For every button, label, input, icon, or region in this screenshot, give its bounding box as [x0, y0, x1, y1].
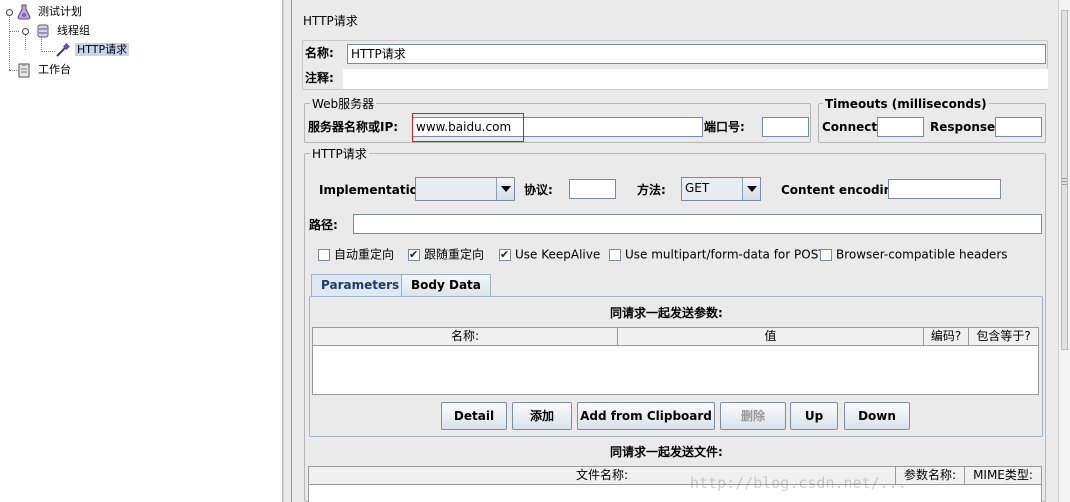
checkbox-box — [609, 248, 621, 261]
auto-redirect-checkbox[interactable]: 自动重定向 — [318, 246, 394, 262]
delete-button[interactable]: 删除 — [720, 402, 786, 430]
http-request-legend: HTTP请求 — [310, 147, 369, 161]
checkbox-box — [820, 248, 832, 261]
params-caption: 同请求一起发送参数: — [610, 306, 723, 320]
connect-field[interactable] — [877, 117, 924, 137]
tree-item-label: 测试计划 — [38, 5, 82, 18]
table-header-name[interactable]: 名称: — [313, 328, 618, 346]
response-field[interactable] — [995, 117, 1042, 137]
comment-field[interactable] — [343, 69, 1048, 89]
encoding-field[interactable] — [888, 179, 1001, 199]
up-button[interactable]: Up — [790, 402, 838, 430]
clipboard-icon — [16, 62, 32, 78]
params-table[interactable]: 名称: 值 编码? 包含等于? — [312, 327, 1039, 395]
tree-item-http-request[interactable]: HTTP请求 — [55, 41, 130, 59]
vertical-scrollbar[interactable] — [1058, 0, 1070, 502]
tree-connector — [9, 31, 19, 32]
path-field[interactable] — [353, 214, 1042, 234]
tree-item-label: HTTP请求 — [75, 43, 130, 56]
grip-icon — [1062, 178, 1067, 179]
path-label: 路径: — [309, 218, 338, 232]
grip-icon — [1062, 181, 1067, 182]
files-table[interactable]: 文件名称: 参数名称: MIME类型: — [308, 466, 1042, 502]
files-caption: 同请求一起发送文件: — [610, 445, 723, 459]
down-button[interactable]: Down — [844, 402, 910, 430]
keepalive-checkbox[interactable]: Use KeepAlive — [499, 246, 600, 263]
grip-icon — [1062, 184, 1067, 185]
highlight-box — [412, 113, 524, 142]
tab-parameters[interactable]: Parameters — [311, 274, 410, 298]
split-pane-divider[interactable] — [283, 0, 292, 502]
multipart-checkbox[interactable]: Use multipart/form-data for POST — [609, 246, 826, 262]
tab-body-data[interactable]: Body Data — [401, 274, 491, 296]
tree-item-workbench[interactable]: 工作台 — [16, 61, 73, 79]
chevron-down-icon[interactable] — [496, 178, 514, 200]
web-server-legend: Web服务器 — [310, 97, 377, 111]
connect-label: Connect: — [822, 120, 882, 134]
timeouts-legend: Timeouts (milliseconds) — [823, 97, 989, 111]
add-from-clipboard-button[interactable]: Add from Clipboard — [577, 402, 715, 430]
spool-icon — [35, 23, 51, 39]
tree-connector — [9, 14, 10, 70]
tree-item-label: 线程组 — [57, 24, 90, 37]
page-title: HTTP请求 — [303, 14, 358, 28]
chevron-down-icon[interactable] — [742, 178, 760, 200]
method-label: 方法: — [637, 183, 666, 197]
checkmark-icon — [408, 247, 420, 263]
http-request-panel: HTTP请求 名称: HTTP请求 注释: Web服务器 服务器名称或IP: w… — [292, 0, 1058, 502]
response-label: Response: — [930, 120, 1000, 134]
tree-connector — [25, 34, 26, 50]
pipette-icon — [55, 42, 71, 58]
name-label: 名称: — [305, 46, 334, 60]
add-button[interactable]: 添加 — [512, 402, 572, 430]
tree-item-label: 工作台 — [38, 63, 71, 76]
follow-redirect-checkbox[interactable]: 跟随重定向 — [408, 246, 484, 263]
detail-button[interactable]: Detail — [441, 402, 507, 430]
method-select[interactable]: GET — [681, 177, 761, 201]
tree-item-thread-group[interactable]: 线程组 — [35, 22, 92, 40]
implementation-select[interactable] — [415, 177, 515, 201]
port-label: 端口号: — [704, 120, 745, 134]
protocol-field[interactable] — [569, 179, 616, 199]
checkbox-box — [318, 248, 330, 261]
name-field[interactable]: HTTP请求 — [347, 44, 1046, 64]
tree-connector — [41, 51, 55, 52]
table-header-encode[interactable]: 编码? — [924, 328, 969, 346]
flask-icon — [16, 4, 32, 20]
comment-label: 注释: — [305, 71, 334, 85]
scrollbar-thumb[interactable] — [1061, 10, 1068, 350]
table-header-include-equals[interactable]: 包含等于? — [969, 328, 1038, 346]
encoding-label: Content encoding: — [781, 183, 906, 197]
table-header-mime-type[interactable]: MIME类型: — [965, 467, 1041, 485]
server-label: 服务器名称或IP: — [308, 120, 399, 134]
test-plan-tree[interactable]: 测试计划 线程组 HTTP请求 工作台 — [0, 0, 283, 502]
tree-expand-toggle[interactable] — [22, 28, 29, 35]
protocol-label: 协议: — [524, 183, 553, 197]
tree-expand-toggle[interactable] — [6, 9, 13, 16]
table-header-value[interactable]: 值 — [618, 328, 924, 346]
browser-headers-checkbox[interactable]: Browser-compatible headers — [820, 246, 1008, 262]
method-value: GET — [685, 181, 710, 195]
checkmark-icon — [499, 247, 511, 263]
port-field[interactable] — [762, 117, 809, 137]
watermark-text: http://blog.csdn.net/... — [690, 474, 907, 492]
tree-item-test-plan[interactable]: 测试计划 — [16, 3, 84, 21]
